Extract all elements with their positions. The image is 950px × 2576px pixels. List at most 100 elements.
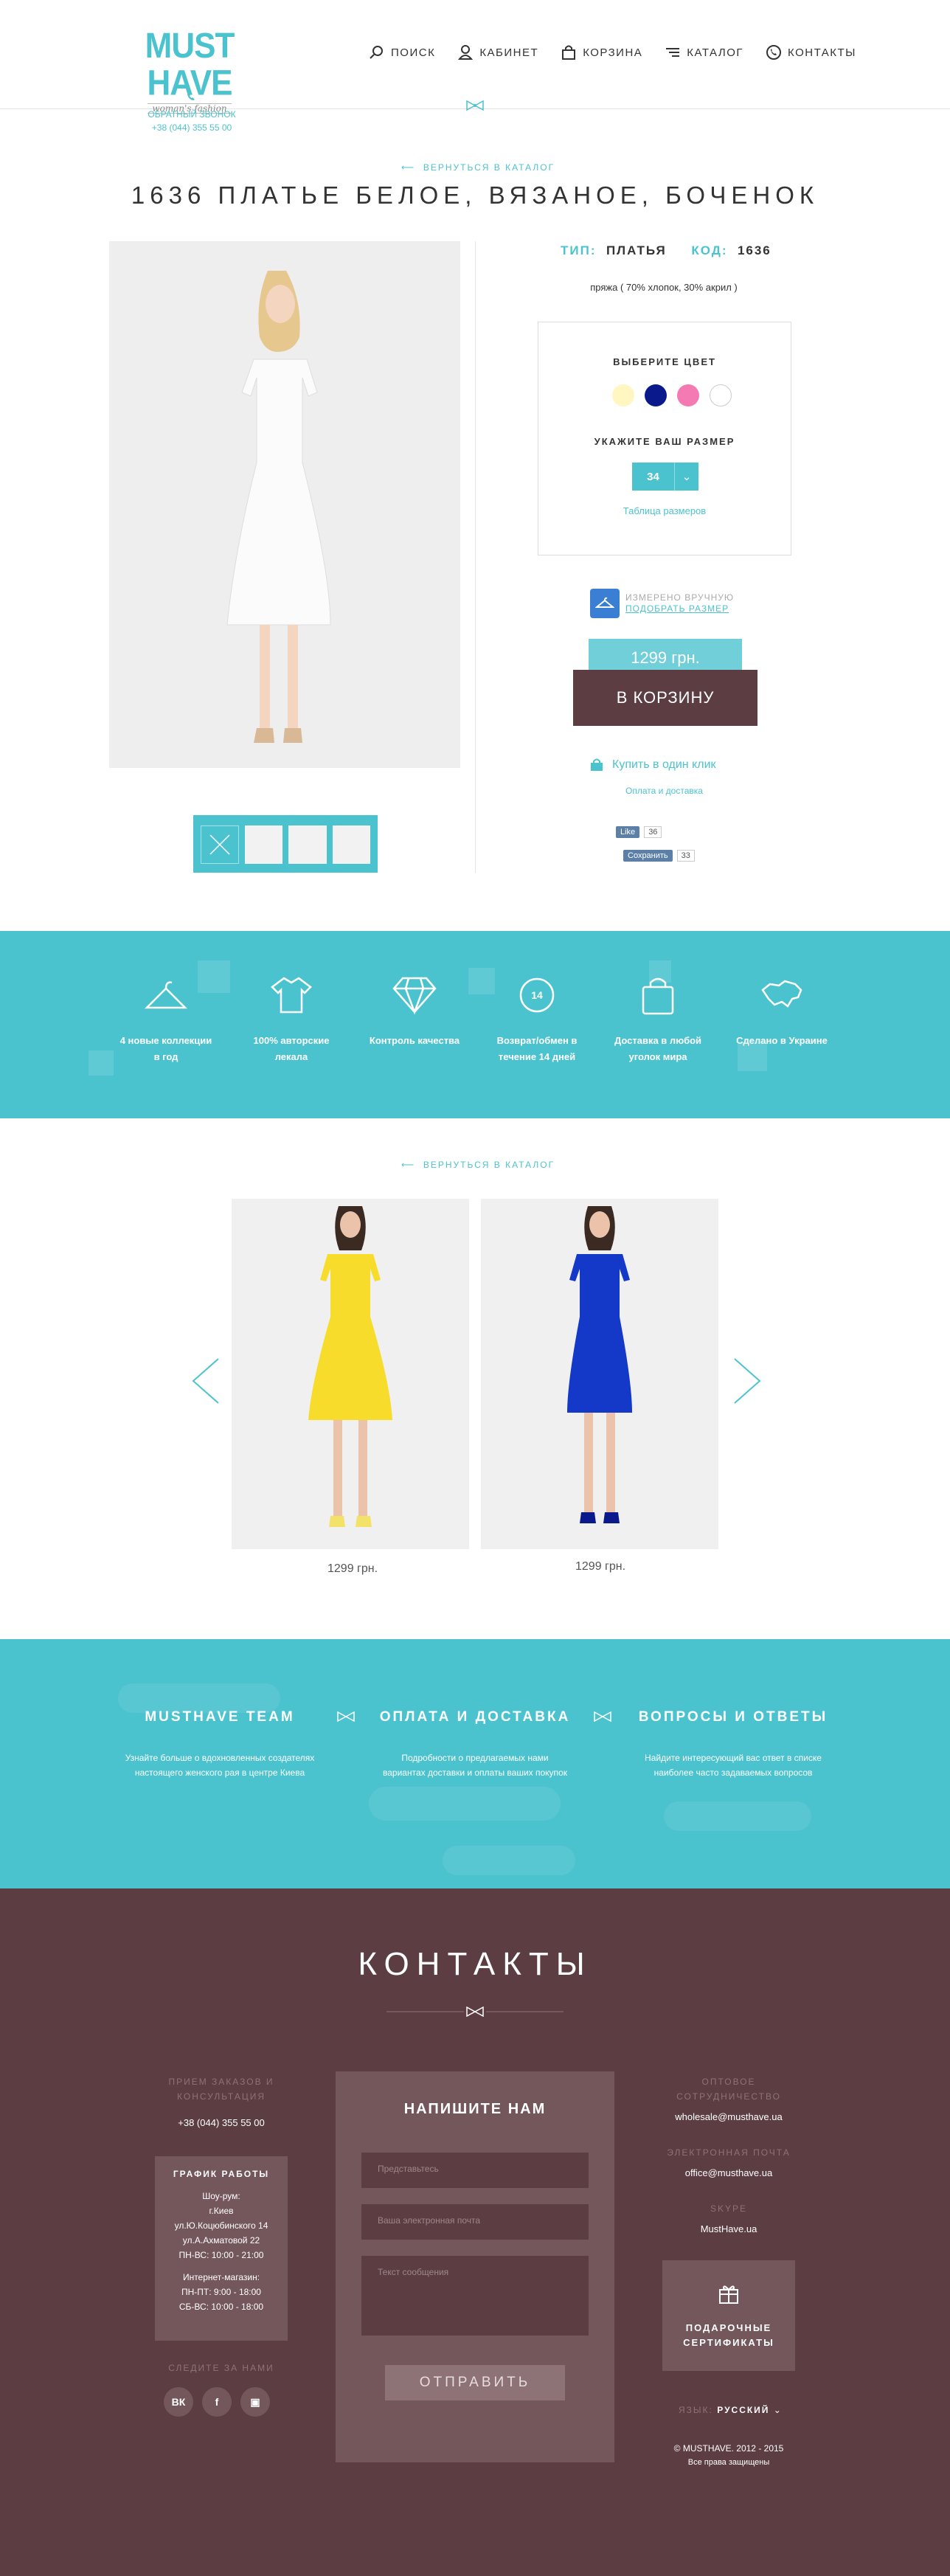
buy-one-click-link[interactable]: Купить в один клик	[590, 758, 716, 772]
carousel-next-icon[interactable]	[732, 1357, 763, 1408]
payment-delivery-link[interactable]: Оплата и доставка	[0, 786, 950, 796]
ukraine-map-icon	[761, 980, 802, 1008]
message-field[interactable]: Текст сообщения	[361, 2256, 589, 2336]
info-faq-title: ВОПРОСЫ И ОТВЕТЫ	[638, 1709, 828, 1725]
nav-catalog[interactable]: КАТАЛОГ	[665, 44, 743, 60]
bow-icon	[592, 1711, 613, 1725]
gift-certificates[interactable]: ПОДАРОЧНЫЕ СЕРТИФИКАТЫ	[662, 2260, 795, 2371]
feature-delivery: Доставка в любой уголок мира	[610, 975, 706, 1065]
info-band: MUSTHAVE TEAM Узнайте больше о вдохновле…	[0, 1639, 950, 1888]
nav-cabinet[interactable]: КАБИНЕТ	[457, 44, 538, 60]
back-to-catalog-link[interactable]: ⟵ ВЕРНУТЬСЯ В КАТАЛОГ	[401, 162, 555, 173]
chevron-down-icon: ⌄	[682, 471, 692, 483]
follow-label: СЛЕДИТЕ ЗА НАМИ	[168, 2363, 274, 2373]
measure-line1: ИЗМЕРЕНО ВРУЧНУЮ	[625, 592, 734, 603]
bow-divider	[386, 2006, 564, 2018]
bow-icon	[465, 100, 485, 114]
email-field[interactable]: Ваша электронная почта	[361, 2204, 589, 2240]
product-meta: ТИП: ПЛАТЬЯ КОД: 1636	[561, 243, 772, 258]
info-delivery[interactable]: ОПЛАТА И ДОСТАВКА Подробности о предлага…	[379, 1709, 571, 1780]
vk-like-button[interactable]: Like	[616, 826, 640, 838]
rights: Все права защищены	[687, 2458, 770, 2467]
features-band: 4 новые коллекции в год 100% авторские л…	[0, 931, 950, 1118]
related-price-1: 1299 грн.	[327, 1562, 378, 1575]
social-links: ВК f ▣	[164, 2387, 270, 2417]
thumbnail-2[interactable]	[244, 825, 283, 864]
diamond-icon	[392, 977, 437, 1015]
shirt-icon	[271, 977, 312, 1014]
info-delivery-title: ОПЛАТА И ДОСТАВКА	[379, 1709, 571, 1725]
options-box: ВЫБЕРИТЕ ЦВЕТ УКАЖИТЕ ВАШ РАЗМЕР 34 ⌄ Та…	[538, 322, 791, 555]
save-share[interactable]: Сохранить 33	[623, 850, 695, 862]
size-select[interactable]: 34 ⌄	[632, 463, 698, 491]
color-swatch-pink[interactable]	[677, 384, 699, 406]
schedule-line: Интернет-магазин:	[182, 2272, 260, 2282]
product-main-image[interactable]	[109, 241, 460, 768]
related-product-1[interactable]	[232, 1199, 469, 1549]
callback-label: ОБРАТНЫЙ ЗВОНОК	[148, 109, 236, 120]
carousel-prev-icon[interactable]	[190, 1357, 221, 1408]
schedule-title: ГРАФИК РАБОТЫ	[173, 2169, 270, 2179]
office-email[interactable]: office@musthave.ua	[662, 2167, 795, 2178]
schedule-line: ПН-ПТ: 9:00 - 18:00	[181, 2287, 261, 2297]
product-title: 1636 ПЛАТЬЕ БЕЛОЕ, ВЯЗАНОЕ, БОЧЕНОК	[131, 181, 819, 209]
back-to-catalog-label: ВЕРНУТЬСЯ В КАТАЛОГ	[423, 162, 555, 173]
nav-search[interactable]: ПОИСК	[369, 44, 435, 60]
nav-cart[interactable]: КОРЗИНА	[561, 44, 642, 60]
form-title: НАПИШИТЕ НАМ	[403, 2101, 547, 2117]
measure-block[interactable]: ИЗМЕРЕНО ВРУЧНУЮ ПОДОБРАТЬ РАЗМЕР	[590, 589, 734, 618]
nav-cart-label: КОРЗИНА	[583, 46, 643, 59]
save-count: 33	[676, 850, 695, 862]
wholesale-email[interactable]: wholesale@musthave.ua	[662, 2111, 795, 2122]
related-price-2: 1299 грн.	[575, 1560, 626, 1573]
send-button[interactable]: ОТПРАВИТЬ	[385, 2365, 565, 2400]
skype-value[interactable]: MustHave.ua	[662, 2223, 795, 2234]
schedule-line: ПН-ВС: 10:00 - 21:00	[178, 2250, 264, 2260]
size-table-link[interactable]: Таблица размеров	[538, 505, 791, 516]
schedule-line: СБ-ВС: 10:00 - 18:00	[178, 2302, 264, 2312]
color-label: ВЫБЕРИТЕ ЦВЕТ	[613, 356, 716, 367]
color-swatch-blue[interactable]	[645, 384, 667, 406]
vk-like[interactable]: Like 36	[616, 826, 662, 838]
related-product-2[interactable]	[481, 1199, 718, 1549]
thumbnail-4[interactable]	[332, 825, 371, 864]
feature-return: 14 Возврат/обмен в течение 14 дней	[489, 975, 585, 1065]
info-team-title: MUSTHAVE TEAM	[145, 1709, 295, 1725]
instagram-icon[interactable]: ▣	[240, 2387, 270, 2417]
nav-contacts[interactable]: КОНТАКТЫ	[766, 44, 856, 60]
back-to-catalog-link-2[interactable]: ⟵ ВЕРНУТЬСЯ В КАТАЛОГ	[401, 1160, 555, 1170]
size-label: УКАЖИТЕ ВАШ РАЗМЕР	[594, 436, 735, 447]
thumbnail-3[interactable]	[288, 825, 327, 864]
blue-dress-photo-icon	[567, 1206, 632, 1523]
save-button[interactable]: Сохранить	[623, 850, 673, 862]
vk-icon[interactable]: ВК	[164, 2387, 193, 2417]
feature-return-label: Возврат/обмен в течение 14 дней	[496, 1035, 578, 1062]
add-to-cart-button[interactable]: В КОРЗИНУ	[573, 670, 757, 726]
callback-link[interactable]: ОБРАТНЫЙ ЗВОНОК +38 (044) 355 55 00	[140, 108, 243, 134]
callback-phone: +38 (044) 355 55 00	[151, 122, 232, 133]
color-swatch-white[interactable]	[710, 384, 732, 406]
return-badge: 14	[531, 989, 543, 1001]
language-label: ЯЗЫК:	[679, 2405, 713, 2415]
info-team[interactable]: MUSTHAVE TEAM Узнайте больше о вдохновле…	[124, 1709, 316, 1780]
language-select[interactable]: ЯЗЫК: РУССКИЙ ⌄	[679, 2405, 783, 2415]
orders-phone[interactable]: +38 (044) 355 55 00	[155, 2117, 288, 2128]
bag-icon	[562, 45, 576, 60]
facebook-icon[interactable]: f	[202, 2387, 232, 2417]
copyright: © MUSTHAVE. 2012 - 2015	[673, 2443, 784, 2454]
thumbnail-active[interactable]	[201, 825, 239, 864]
size-value: 34	[632, 463, 675, 491]
info-team-text: Узнайте больше о вдохновленных создателя…	[125, 1753, 315, 1778]
color-swatches	[612, 384, 732, 406]
return-icon: 14	[519, 977, 555, 1013]
handset-icon	[187, 91, 195, 105]
schedule-line: ул.А.Ахматовой 22	[182, 2235, 260, 2246]
hanger-badge-icon	[590, 589, 620, 618]
email-label: ЭЛЕКТРОННАЯ ПОЧТА	[667, 2147, 791, 2158]
info-faq[interactable]: ВОПРОСЫ И ОТВЕТЫ Найдите интересующий ва…	[637, 1709, 829, 1780]
color-swatch-yellow[interactable]	[612, 384, 634, 406]
name-field[interactable]: Представьтесь	[361, 2153, 589, 2188]
gift-label: ПОДАРОЧНЫЕ СЕРТИФИКАТЫ	[683, 2322, 774, 2348]
feature-collections: 4 новые коллекции в год	[118, 975, 214, 1065]
measure-line2[interactable]: ПОДОБРАТЬ РАЗМЕР	[625, 603, 734, 614]
